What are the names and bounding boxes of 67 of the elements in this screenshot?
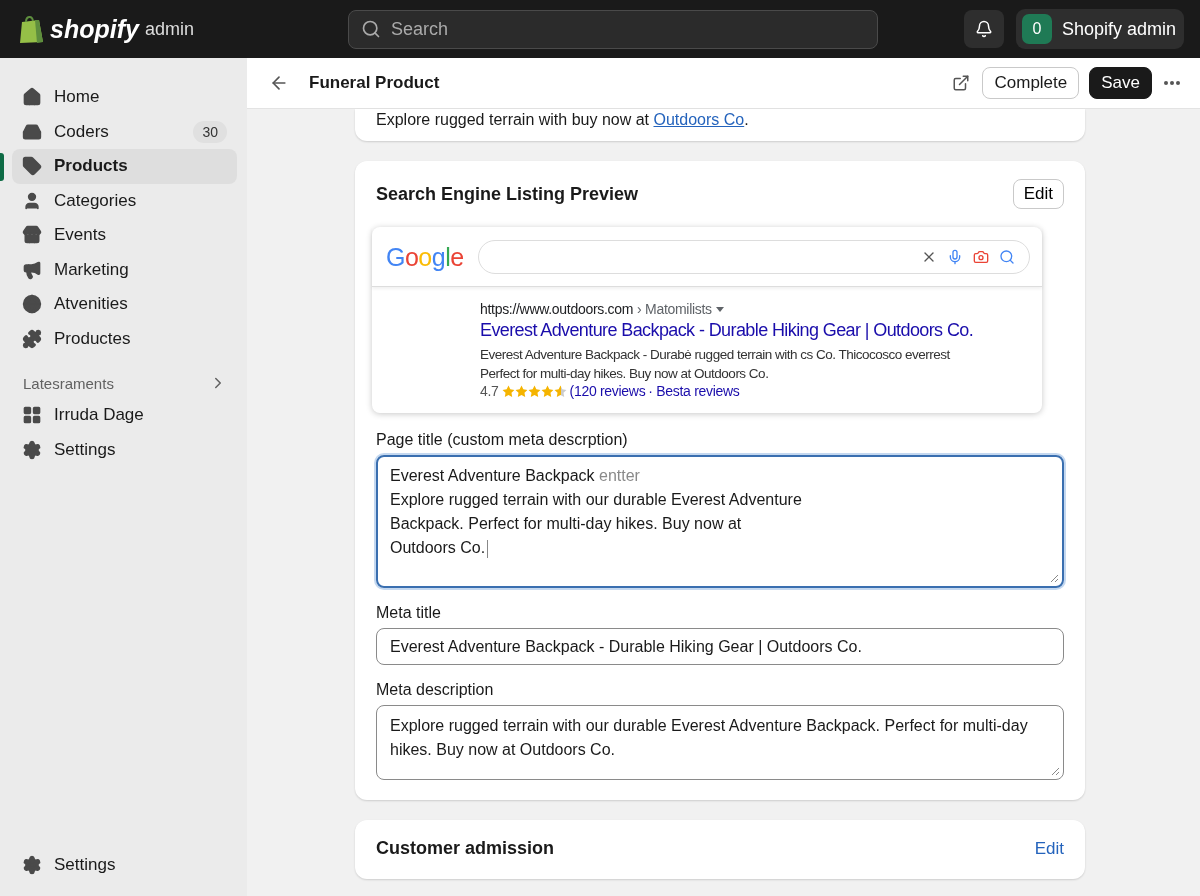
sidebar-item[interactable]: Atvenities [12, 287, 237, 322]
section-title: Latesraments [23, 374, 114, 392]
search-icon [999, 249, 1015, 265]
star-icon [540, 384, 554, 398]
sidebar-item[interactable]: Events [12, 218, 237, 253]
edit-button[interactable]: Edit [1012, 179, 1064, 209]
brand-suffix: admin [144, 18, 194, 40]
card-title: Customer admission [376, 838, 555, 859]
sidebar-item[interactable]: Settings [12, 432, 237, 467]
resize-handle-icon[interactable] [1050, 574, 1059, 583]
resize-handle-icon[interactable] [1051, 767, 1060, 776]
store-menu-button[interactable]: 0 Shopify admin [1015, 9, 1184, 49]
home-icon [22, 87, 42, 108]
sidebar-item[interactable]: Productes [12, 321, 237, 356]
card-text: Explore rugged terrain with buy now at Outdoors Co. [376, 111, 750, 129]
search-icon [361, 19, 381, 39]
sidebar-item[interactable]: Coders 30 [12, 114, 237, 149]
edit-link[interactable]: Edit [1034, 838, 1064, 859]
sidebar-item[interactable]: Home [12, 80, 237, 115]
store-icon [22, 225, 42, 246]
tag-icon [22, 156, 42, 177]
more-icon [1164, 81, 1180, 85]
field-label: Meta description [376, 681, 495, 699]
person-icon [22, 190, 42, 211]
result-description: Everest Adventure Backpack - Durabė rugged terrain with cs Co. Thicocosco everrest Perfect for multi-day hikes. Buy now at Outdoors Co. [480, 346, 951, 383]
count-badge: 30 [193, 120, 227, 143]
camera-icon [973, 249, 989, 265]
page-title: Funeral Product [309, 73, 441, 93]
star-icon [501, 384, 515, 398]
sidebar-item[interactable]: Irruda Dage [12, 398, 237, 433]
active-indicator [0, 153, 4, 181]
search-engine-logo: Google [386, 242, 464, 272]
store-link[interactable]: Outdoors Co [653, 111, 745, 128]
rating-value: 4.7 [480, 383, 499, 399]
text-area-field[interactable]: Explore rugged terrain with our durable Everest Adventure Backpack. Perfect for multi-day hikes. Buy now at Outdoors Co. [376, 705, 1064, 780]
gear-icon [22, 854, 42, 875]
reviews-link[interactable]: (120 reviews [569, 383, 646, 399]
search-field[interactable]: Search [348, 9, 878, 49]
card-title: Search Engine Listing Preview [376, 183, 639, 205]
store-avatar: 0 [1021, 14, 1052, 44]
sidebar-item[interactable]: Categories [12, 183, 237, 218]
grid-icon [22, 405, 42, 426]
sidebar-item[interactable]: Settings [12, 847, 237, 882]
save-button[interactable]: Save [1089, 67, 1152, 99]
gear-icon [22, 439, 42, 460]
notifications-button[interactable] [963, 10, 1004, 48]
result-url: https://www.outdoors.com › Matomilists [480, 301, 1032, 317]
dropdown-caret-icon [715, 306, 724, 312]
megaphone-icon [22, 259, 42, 280]
microphone-icon [947, 249, 963, 265]
shopping-bag-icon [18, 14, 44, 44]
star-icon [527, 384, 541, 398]
text-area-field[interactable]: Everest Adventure Backpack entter Explore rugged terrain with our durable Everest Adventure Backpack. Perfect for multi-day hikes. Buy now at Outdoors Co. [376, 455, 1064, 588]
star-icon [514, 384, 528, 398]
field-label: Meta title [376, 604, 442, 622]
sidebar-item[interactable]: Marketing [12, 252, 237, 287]
field-label: Page title (custom meta descrption) [376, 431, 629, 449]
more-button[interactable] [1162, 79, 1182, 87]
complete-button[interactable]: Complete [982, 67, 1080, 99]
external-link-icon [952, 74, 971, 92]
puzzle-icon [22, 328, 42, 349]
reviews-link[interactable]: · Besta reviews [648, 383, 740, 399]
bell-icon [974, 20, 993, 38]
brand-name: shopify [50, 14, 139, 44]
meta-title-field[interactable]: Everest Adventure Backpack - Durable Hiking Gear | Outdoors Co. [376, 628, 1064, 665]
star-icon [553, 384, 567, 398]
result-title-link[interactable]: Everest Adventure Backpack - Durable Hiking Gear | Outdoors Co. [480, 320, 974, 341]
